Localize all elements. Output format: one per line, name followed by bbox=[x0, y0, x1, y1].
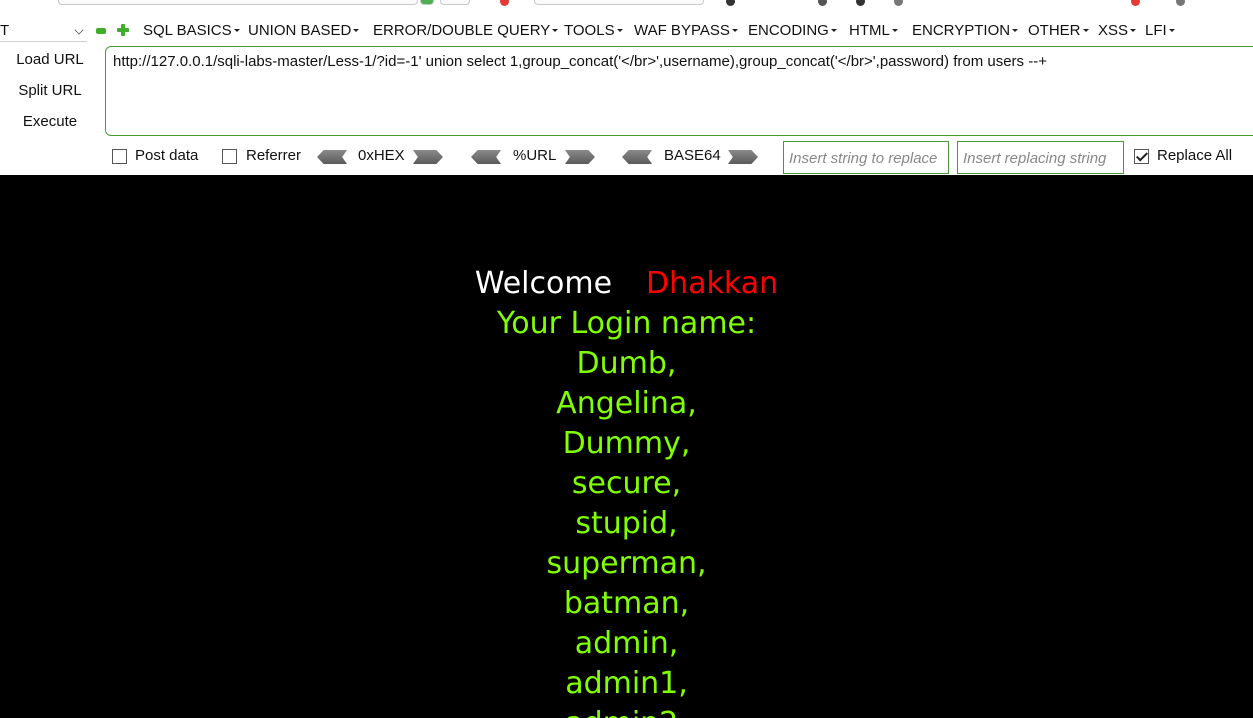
dropdown-arrow-icon bbox=[731, 29, 738, 32]
url-decode-arrow-icon[interactable] bbox=[471, 150, 501, 164]
username-item: superman, bbox=[546, 546, 707, 581]
post-data-label: Post data bbox=[135, 147, 199, 164]
load-url-button[interactable]: Load URL bbox=[0, 49, 100, 71]
username-item: admin1, bbox=[565, 666, 688, 701]
welcome-text: Welcome bbox=[474, 266, 613, 301]
username-item: admin2, bbox=[0, 704, 1253, 718]
base64-decode-arrow-icon[interactable] bbox=[622, 150, 652, 164]
hex-decode-arrow-icon[interactable] bbox=[317, 150, 347, 164]
browser-toolbar-remnant bbox=[0, 0, 1253, 9]
url-textarea[interactable]: http://127.0.0.1/sqli-labs-master/Less-1… bbox=[105, 46, 1253, 136]
menu-waf-bypass[interactable]: WAF BYPASS bbox=[634, 20, 738, 42]
menu-encoding[interactable]: ENCODING bbox=[748, 20, 837, 42]
bookmark-icon bbox=[726, 0, 735, 6]
search-box-remnant bbox=[534, 0, 704, 5]
username-item: Dumb, bbox=[576, 346, 677, 381]
execute-button[interactable]: Execute bbox=[0, 111, 100, 133]
dropdown-arrow-icon bbox=[616, 29, 623, 32]
replace-to-input[interactable]: Insert replacing string bbox=[957, 141, 1124, 174]
username-item: Dummy, bbox=[562, 426, 691, 461]
base64-label: BASE64 bbox=[664, 147, 721, 164]
version-selector[interactable]: T bbox=[0, 20, 87, 42]
page-content: Welcome Dhakkan Your Login name: Dumb, An… bbox=[0, 175, 1253, 718]
hackbar-menubar: T SQL BASICS UNION BASED ERROR/DOUBLE QU… bbox=[0, 20, 1253, 42]
address-bar-remnant bbox=[58, 0, 418, 5]
menu-lfi[interactable]: LFI bbox=[1145, 20, 1175, 42]
hex-label: 0xHEX bbox=[358, 147, 405, 164]
menu-xss[interactable]: XSS bbox=[1098, 20, 1137, 42]
menu-encryption[interactable]: ENCRYPTION bbox=[912, 20, 1019, 42]
dropdown-arrow-icon bbox=[1130, 29, 1137, 32]
dropdown-arrow-icon bbox=[233, 29, 240, 32]
base64-encode-arrow-icon[interactable] bbox=[728, 150, 758, 164]
replace-all-label: Replace All bbox=[1157, 147, 1233, 164]
browser-logo-icon bbox=[500, 0, 509, 6]
extensions-icon bbox=[856, 0, 865, 6]
dropdown-arrow-icon bbox=[353, 29, 360, 32]
referrer-checkbox[interactable] bbox=[222, 149, 237, 164]
hackbar-panel: T SQL BASICS UNION BASED ERROR/DOUBLE QU… bbox=[0, 0, 1253, 175]
dropdown-arrow-icon bbox=[891, 29, 898, 32]
menu-union-based[interactable]: UNION BASED bbox=[248, 20, 360, 42]
replace-all-checkbox[interactable] bbox=[1134, 149, 1149, 164]
user-name: Dhakkan bbox=[646, 266, 779, 301]
dropdown-arrow-icon bbox=[830, 29, 837, 32]
extension-icon bbox=[420, 0, 434, 5]
username-item: Angelina, bbox=[556, 386, 697, 421]
welcome-line: Welcome Dhakkan bbox=[0, 264, 1253, 304]
version-selector-value: T bbox=[0, 22, 10, 39]
menu-tools[interactable]: TOOLS bbox=[564, 20, 623, 42]
minus-icon[interactable] bbox=[96, 28, 106, 34]
url-encode-arrow-icon[interactable] bbox=[565, 150, 595, 164]
chevron-down-icon bbox=[74, 25, 84, 35]
dropdown-arrow-icon bbox=[1168, 29, 1175, 32]
menu-icon bbox=[1176, 0, 1185, 6]
username-item: batman, bbox=[563, 586, 690, 621]
username-item: secure, bbox=[571, 466, 682, 501]
login-heading: Your Login name: bbox=[496, 306, 757, 341]
split-url-button[interactable]: Split URL bbox=[0, 80, 100, 102]
login-result: Your Login name: Dumb, Angelina, Dummy, … bbox=[0, 304, 1253, 718]
menu-other[interactable]: OTHER bbox=[1028, 20, 1089, 42]
post-data-checkbox[interactable] bbox=[112, 149, 127, 164]
menu-error-double-query[interactable]: ERROR/DOUBLE QUERY bbox=[373, 20, 559, 42]
download-icon bbox=[818, 0, 827, 6]
username-item: stupid, bbox=[575, 506, 678, 541]
dropdown-arrow-icon bbox=[552, 29, 559, 32]
notification-icon bbox=[1131, 0, 1140, 6]
menu-html[interactable]: HTML bbox=[849, 20, 898, 42]
settings-icon bbox=[894, 0, 903, 6]
referrer-label: Referrer bbox=[246, 147, 302, 164]
dropdown-arrow-icon bbox=[1012, 29, 1019, 32]
plus-icon[interactable] bbox=[117, 24, 129, 36]
url-encoding-label: %URL bbox=[513, 147, 557, 164]
reload-button-remnant bbox=[440, 0, 470, 5]
replace-from-input[interactable]: Insert string to replace bbox=[783, 141, 949, 174]
username-item: admin, bbox=[574, 626, 679, 661]
dropdown-arrow-icon bbox=[1082, 29, 1089, 32]
hex-encode-arrow-icon[interactable] bbox=[413, 150, 443, 164]
replace-all-group: Replace All bbox=[1130, 141, 1253, 171]
menu-sql-basics[interactable]: SQL BASICS bbox=[143, 20, 240, 42]
